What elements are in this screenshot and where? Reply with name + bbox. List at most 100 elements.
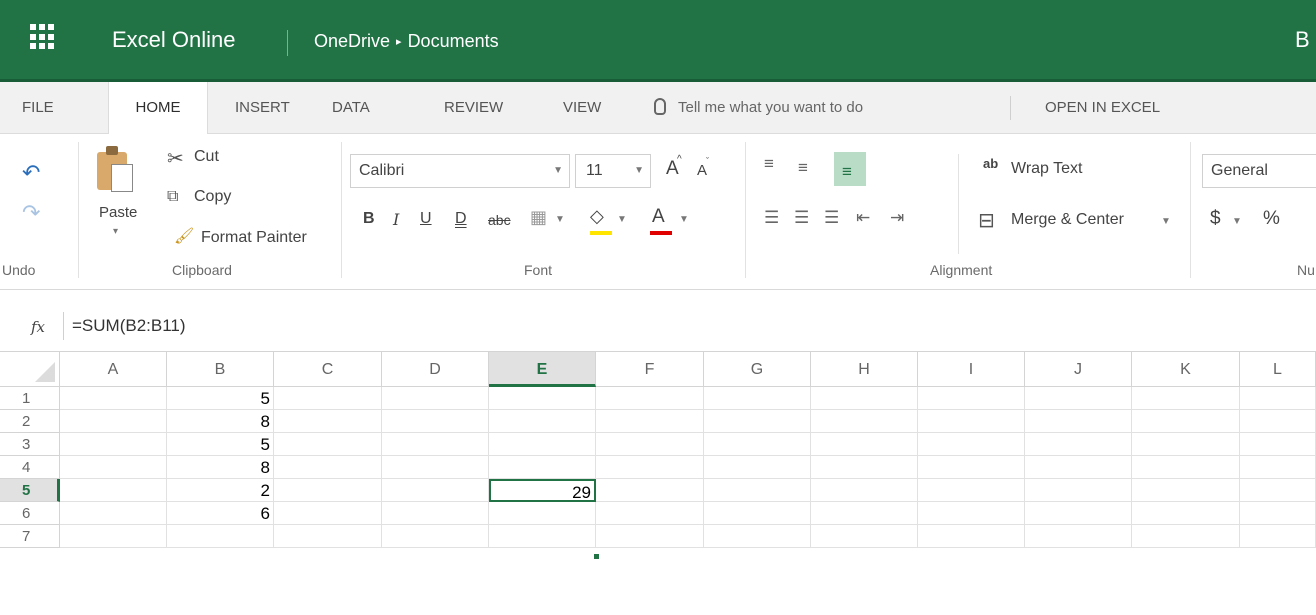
cell-i6[interactable]: [918, 502, 1025, 525]
function-icon[interactable]: fx: [31, 318, 45, 336]
cell-d6[interactable]: [382, 502, 489, 525]
row-header-2[interactable]: 2: [0, 410, 60, 433]
format-painter-button[interactable]: Format Painter: [201, 229, 307, 247]
cell-c5[interactable]: [274, 479, 382, 502]
cell-a3[interactable]: [60, 433, 167, 456]
align-left-icon[interactable]: ☰: [764, 208, 779, 228]
cell-e4[interactable]: [489, 456, 596, 479]
font-size-select[interactable]: 11 ▼: [575, 154, 651, 188]
align-middle-icon[interactable]: ≡: [798, 158, 808, 178]
cell-j4[interactable]: [1025, 456, 1132, 479]
column-header-k[interactable]: K: [1132, 352, 1240, 387]
cell-f6[interactable]: [596, 502, 704, 525]
chevron-down-icon[interactable]: ▼: [617, 214, 627, 225]
column-header-e[interactable]: E: [489, 352, 596, 387]
cell-l5[interactable]: [1240, 479, 1316, 502]
chevron-down-icon[interactable]: ▼: [555, 214, 565, 225]
cell-d3[interactable]: [382, 433, 489, 456]
paste-button[interactable]: Paste: [99, 204, 137, 221]
cell-k2[interactable]: [1132, 410, 1240, 433]
cell-b1[interactable]: 5: [167, 387, 274, 410]
cell-g4[interactable]: [704, 456, 811, 479]
borders-icon[interactable]: ▦: [530, 207, 547, 228]
cell-e3[interactable]: [489, 433, 596, 456]
tell-me-search[interactable]: Tell me what you want to do: [654, 82, 863, 134]
select-all-corner[interactable]: [0, 352, 60, 387]
row-header-7[interactable]: 7: [0, 525, 60, 548]
spreadsheet-grid[interactable]: A B C D E F G H I J K L 1 5 2 8 3 5 4 8 5 2 29 6 6 7: [0, 352, 1316, 615]
cell-i7[interactable]: [918, 525, 1025, 548]
cell-f1[interactable]: [596, 387, 704, 410]
cell-i4[interactable]: [918, 456, 1025, 479]
redo-icon[interactable]: ↷: [22, 200, 40, 226]
tab-data[interactable]: DATA: [332, 82, 370, 134]
cell-l2[interactable]: [1240, 410, 1316, 433]
tab-file[interactable]: FILE: [22, 82, 54, 134]
increase-indent-icon[interactable]: ⇥: [890, 208, 904, 228]
column-header-c[interactable]: C: [274, 352, 382, 387]
column-header-g[interactable]: G: [704, 352, 811, 387]
row-header-3[interactable]: 3: [0, 433, 60, 456]
cut-button[interactable]: Cut: [194, 148, 219, 166]
cell-e1[interactable]: [489, 387, 596, 410]
tab-home[interactable]: HOME: [108, 82, 208, 135]
cell-b5[interactable]: 2: [167, 479, 274, 502]
double-underline-button[interactable]: D: [455, 210, 467, 228]
cell-i3[interactable]: [918, 433, 1025, 456]
cell-e2[interactable]: [489, 410, 596, 433]
cell-i5[interactable]: [918, 479, 1025, 502]
cell-b4[interactable]: 8: [167, 456, 274, 479]
cell-h2[interactable]: [811, 410, 918, 433]
decrease-indent-icon[interactable]: ⇤: [856, 208, 870, 228]
row-header-5[interactable]: 5: [0, 479, 60, 502]
cell-e7[interactable]: [489, 525, 596, 548]
cell-j1[interactable]: [1025, 387, 1132, 410]
cell-j5[interactable]: [1025, 479, 1132, 502]
cell-g5[interactable]: [704, 479, 811, 502]
cell-f4[interactable]: [596, 456, 704, 479]
row-header-6[interactable]: 6: [0, 502, 60, 525]
user-avatar[interactable]: B: [1295, 27, 1310, 53]
cell-k6[interactable]: [1132, 502, 1240, 525]
strikethrough-button[interactable]: abc: [488, 212, 511, 228]
italic-button[interactable]: I: [393, 210, 399, 229]
cell-e5[interactable]: 29: [489, 479, 596, 502]
cell-c4[interactable]: [274, 456, 382, 479]
cell-f3[interactable]: [596, 433, 704, 456]
breadcrumb-onedrive[interactable]: OneDrive: [314, 31, 390, 51]
paste-dropdown-icon[interactable]: ▾: [113, 226, 118, 237]
cell-b7[interactable]: [167, 525, 274, 548]
chevron-down-icon[interactable]: ▼: [679, 214, 689, 225]
wrap-text-button[interactable]: Wrap Text: [1011, 160, 1082, 178]
cell-d7[interactable]: [382, 525, 489, 548]
cell-k1[interactable]: [1132, 387, 1240, 410]
cell-h4[interactable]: [811, 456, 918, 479]
chevron-down-icon[interactable]: ▼: [1161, 216, 1171, 227]
copy-button[interactable]: Copy: [194, 188, 231, 206]
underline-button[interactable]: U: [420, 210, 432, 228]
bold-button[interactable]: B: [363, 210, 375, 228]
cell-a6[interactable]: [60, 502, 167, 525]
cell-h5[interactable]: [811, 479, 918, 502]
column-header-b[interactable]: B: [167, 352, 274, 387]
cell-c3[interactable]: [274, 433, 382, 456]
app-launcher-icon[interactable]: [30, 24, 56, 50]
cell-j6[interactable]: [1025, 502, 1132, 525]
cell-g7[interactable]: [704, 525, 811, 548]
row-header-1[interactable]: 1: [0, 387, 60, 410]
cell-h1[interactable]: [811, 387, 918, 410]
column-header-f[interactable]: F: [596, 352, 704, 387]
cell-h3[interactable]: [811, 433, 918, 456]
cell-i2[interactable]: [918, 410, 1025, 433]
cell-k3[interactable]: [1132, 433, 1240, 456]
column-header-j[interactable]: J: [1025, 352, 1132, 387]
cell-d1[interactable]: [382, 387, 489, 410]
cell-d2[interactable]: [382, 410, 489, 433]
column-header-d[interactable]: D: [382, 352, 489, 387]
column-header-i[interactable]: I: [918, 352, 1025, 387]
align-top-icon[interactable]: ≡: [764, 154, 774, 174]
cell-f2[interactable]: [596, 410, 704, 433]
chevron-down-icon[interactable]: ▼: [1232, 216, 1242, 227]
cell-h6[interactable]: [811, 502, 918, 525]
currency-button[interactable]: $: [1210, 208, 1221, 230]
